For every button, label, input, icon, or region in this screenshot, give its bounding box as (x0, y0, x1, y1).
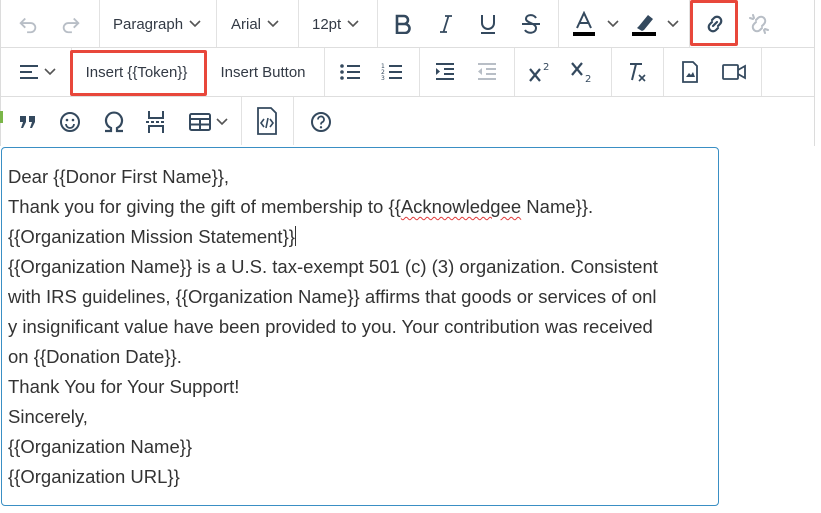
omega-icon (104, 111, 124, 133)
chevron-down-icon (667, 20, 679, 28)
font-color-button[interactable] (569, 8, 599, 40)
italic-button[interactable] (431, 9, 461, 39)
font-family-dropdown[interactable]: Arial (231, 10, 279, 38)
help-button[interactable] (306, 107, 336, 137)
body-line: {{Organization Name}} (8, 436, 193, 457)
code-file-icon (257, 107, 277, 135)
body-line: {{Organization URL}} (8, 466, 180, 487)
link-icon (707, 15, 723, 33)
toolbar-row-2: Insert {{Token}} Insert Button 123 2 2 (1, 48, 814, 97)
insert-link-button[interactable] (699, 8, 731, 40)
body-line: Thank you for giving the gift of members… (8, 192, 714, 222)
remove-link-button[interactable] (743, 8, 775, 40)
outdent-icon (478, 63, 496, 80)
align-dropdown[interactable] (13, 58, 61, 86)
numbered-list-icon: 123 (381, 63, 402, 82)
body-line: y insignificant value have been provided… (8, 316, 653, 337)
font-color-icon (573, 11, 595, 36)
video-camera-icon (722, 64, 746, 80)
image-file-icon (682, 61, 698, 83)
toolbar-row-3 (0, 97, 814, 145)
page-break-button[interactable] (141, 107, 171, 137)
chevron-down-icon (347, 20, 359, 28)
strikethrough-icon (522, 14, 540, 34)
highlight-color-button[interactable] (628, 8, 660, 40)
table-icon (189, 113, 211, 131)
body-line: with IRS guidelines, {{Organization Name… (8, 286, 657, 307)
svg-text:3: 3 (381, 75, 385, 82)
paragraph-format-value: Paragraph (113, 15, 184, 33)
font-family-value: Arial (231, 15, 262, 33)
superscript-button[interactable]: 2 (525, 57, 557, 87)
paragraph-format-dropdown[interactable]: Paragraph (113, 10, 201, 38)
insert-token-button[interactable]: Insert {{Token}} (80, 58, 193, 86)
underline-icon (481, 15, 495, 34)
chevron-down-icon (216, 118, 228, 126)
unlink-icon (749, 14, 769, 34)
clear-formatting-button[interactable] (622, 57, 652, 87)
body-line: on {{Donation Date}}. (8, 346, 182, 367)
blockquote-button[interactable] (13, 107, 43, 137)
clear-formatting-icon (630, 63, 646, 82)
editor-toolbar: Paragraph Arial 12pt Insert {{Token}} In… (0, 0, 815, 146)
redo-icon (62, 17, 80, 34)
body-text: Name}}. (521, 196, 594, 217)
subscript-icon: 2 (571, 62, 591, 83)
bullet-list-button[interactable] (335, 57, 365, 87)
bold-icon (395, 14, 411, 34)
body-line: {{Organization Mission Statement}} (8, 222, 714, 252)
body-line: Dear {{Donor First Name}}, (8, 166, 230, 187)
redo-button[interactable] (56, 9, 86, 39)
svg-text:2: 2 (543, 62, 549, 73)
body-line: {{Organization Name}} is a U.S. tax-exem… (8, 256, 658, 277)
indent-button[interactable] (430, 57, 460, 87)
insert-button-button[interactable]: Insert Button (213, 58, 313, 86)
misspelled-word[interactable]: Acknowledgee (401, 196, 521, 217)
chevron-down-icon (267, 20, 279, 28)
font-color-dropdown[interactable] (605, 17, 621, 31)
table-dropdown[interactable] (184, 107, 232, 137)
bullet-list-icon (340, 64, 360, 80)
emoji-button[interactable] (55, 107, 85, 137)
body-text: Thank you for giving the gift of members… (8, 196, 401, 217)
subscript-button[interactable]: 2 (567, 57, 599, 87)
superscript-icon: 2 (529, 62, 549, 82)
font-size-value: 12pt (312, 15, 342, 33)
strikethrough-button[interactable] (516, 9, 546, 39)
chevron-down-icon (189, 20, 201, 28)
chevron-down-icon (44, 68, 56, 76)
left-edge-marker (0, 111, 3, 123)
body-line: Thank You for Your Support! (8, 376, 240, 397)
quote-icon (20, 116, 35, 128)
undo-icon (19, 17, 37, 34)
text-cursor (294, 226, 296, 246)
editor-content-area[interactable]: Dear {{Donor First Name}}, Thank you for… (1, 147, 719, 506)
highlight-color-dropdown[interactable] (665, 17, 681, 31)
bold-button[interactable] (388, 9, 418, 39)
svg-text:2: 2 (585, 74, 591, 83)
underline-button[interactable] (473, 9, 503, 39)
body-line: Sincerely, (8, 406, 88, 427)
toolbar-row-1: Paragraph Arial 12pt (1, 0, 814, 48)
insert-video-button[interactable] (718, 57, 750, 87)
insert-image-button[interactable] (675, 57, 705, 87)
align-left-icon (20, 65, 38, 79)
body-text: {{Organization Mission Statement}} (8, 226, 295, 247)
source-code-button[interactable] (252, 105, 282, 137)
chevron-down-icon (607, 20, 619, 28)
undo-button[interactable] (13, 9, 43, 39)
font-size-dropdown[interactable]: 12pt (312, 10, 359, 38)
special-character-button[interactable] (98, 107, 130, 137)
italic-icon (440, 15, 452, 33)
email-body[interactable]: Dear {{Donor First Name}}, Thank you for… (8, 162, 714, 492)
indent-icon (436, 63, 454, 80)
help-icon (311, 112, 331, 132)
numbered-list-button[interactable]: 123 (377, 57, 407, 87)
outdent-button[interactable] (472, 57, 502, 87)
page-break-icon (146, 111, 166, 133)
smiley-icon (60, 112, 80, 132)
highlighter-icon (632, 15, 656, 36)
